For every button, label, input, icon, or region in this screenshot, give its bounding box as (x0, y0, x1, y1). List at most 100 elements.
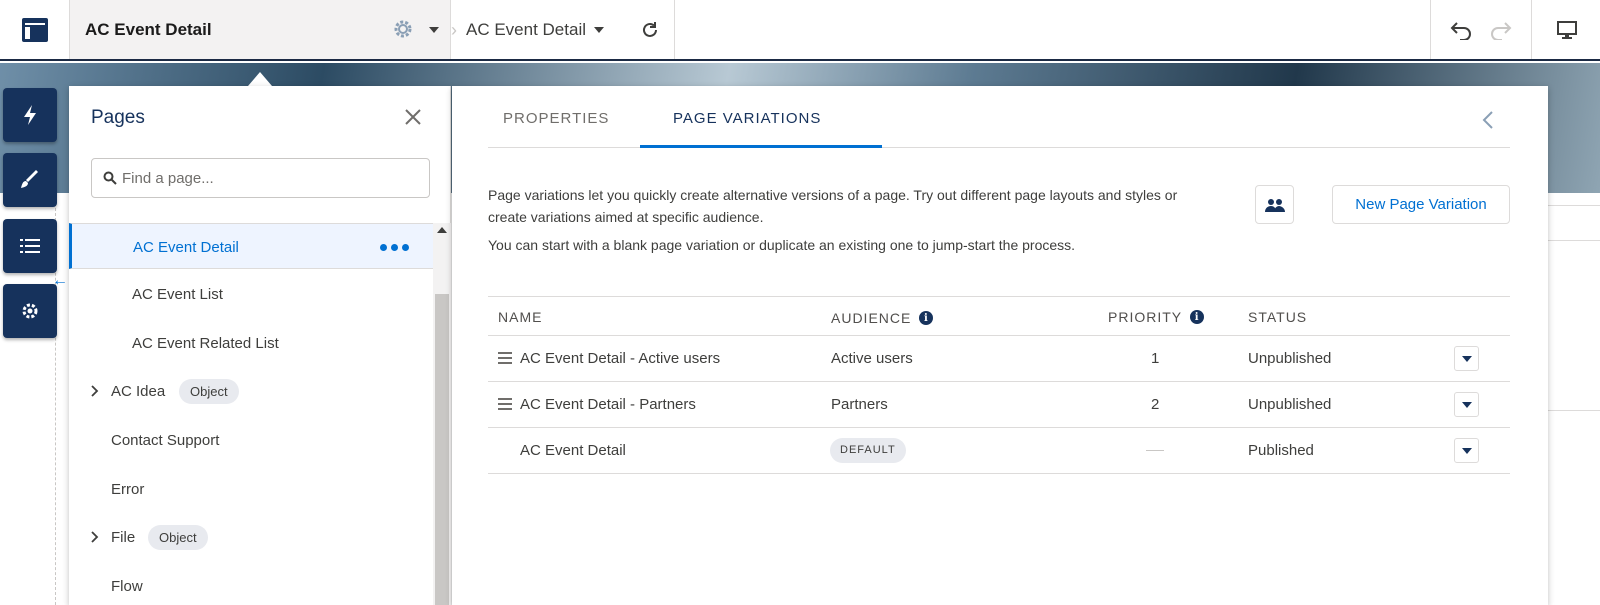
close-icon[interactable] (404, 108, 422, 126)
variation-status: Unpublished (1248, 350, 1332, 367)
variations-hint: You can start with a blank page variatio… (488, 237, 1076, 253)
breadcrumb-separator: › (451, 20, 457, 40)
row-actions-dropdown[interactable] (1454, 346, 1479, 371)
row-actions-dropdown[interactable] (1454, 438, 1479, 463)
audience-button[interactable] (1255, 185, 1294, 224)
settings-button[interactable] (3, 284, 57, 338)
page-item-label: AC Event Related List (132, 335, 279, 352)
panel-pointer (248, 72, 272, 86)
chevron-left-icon[interactable] (1482, 110, 1494, 130)
canvas-divider (1540, 240, 1600, 241)
redo-icon[interactable] (1488, 20, 1512, 40)
page-title: AC Event Detail (85, 20, 212, 39)
page-list-item[interactable]: Flow (69, 563, 433, 605)
pages-panel-title: Pages (91, 107, 145, 128)
column-header-status: STATUS (1248, 309, 1308, 325)
table-header: NAME AUDIENCE i PRIORITY i STATUS (488, 296, 1510, 336)
table-row[interactable]: AC Event Detail - Partners Partners 2 Un… (488, 382, 1510, 428)
scrollbar-thumb[interactable] (435, 294, 449, 605)
page-list-item[interactable]: File Object (69, 514, 433, 560)
chevron-down-icon (1461, 447, 1472, 454)
people-icon (1264, 198, 1285, 212)
page-list-scrollbar[interactable] (433, 223, 451, 605)
page-selector[interactable]: AC Event Detail (466, 20, 586, 40)
chevron-down-icon (1461, 401, 1472, 408)
page-list-item[interactable]: AC Idea Object (69, 368, 433, 414)
gear-icon (22, 303, 38, 319)
pages-panel: Pages AC Event Detail AC Event List AC E… (69, 86, 451, 605)
active-tab-indicator (640, 145, 882, 148)
page-item-label: Contact Support (111, 432, 220, 449)
device-preview-button[interactable] (1533, 0, 1600, 59)
chevron-right-icon[interactable] (91, 531, 99, 543)
chevron-right-icon[interactable] (91, 385, 99, 397)
desktop-icon (1556, 20, 1577, 39)
object-badge: Object (148, 525, 208, 550)
default-badge: DEFAULT (830, 438, 906, 463)
components-button[interactable] (3, 88, 57, 142)
page-list: AC Event Detail AC Event List AC Event R… (69, 223, 433, 605)
drag-handle-icon[interactable] (498, 398, 512, 413)
undo-redo-group (1430, 0, 1532, 59)
variation-name: AC Event Detail - Active users (520, 350, 721, 367)
page-item-label: Flow (111, 578, 143, 595)
page-list-item[interactable]: Error (69, 466, 433, 512)
settings-dropdown-caret[interactable] (429, 27, 439, 33)
variation-name: AC Event Detail - Partners (520, 396, 696, 413)
search-icon (103, 171, 117, 185)
properties-panel: PROPERTIES PAGE VARIATIONS Page variatio… (452, 86, 1548, 605)
lightning-icon (24, 105, 36, 125)
page-list-item[interactable]: AC Event Detail (69, 223, 433, 269)
tab-properties[interactable]: PROPERTIES (503, 110, 609, 127)
column-header-priority: PRIORITY i (1108, 309, 1205, 325)
column-header-audience: AUDIENCE i (831, 310, 934, 326)
page-item-label: File (111, 529, 136, 546)
layout-icon (21, 17, 48, 42)
page-item-label: AC Event List (132, 286, 223, 303)
undo-icon[interactable] (1450, 20, 1474, 40)
page-list-item[interactable]: Contact Support (69, 417, 433, 463)
priority-empty-dash (1146, 450, 1164, 451)
panel-tabs: PROPERTIES PAGE VARIATIONS (488, 86, 1510, 148)
variation-audience: Partners (831, 396, 888, 413)
object-badge: Object (179, 379, 239, 404)
settings-gear-icon[interactable] (392, 18, 414, 40)
new-page-variation-button[interactable]: New Page Variation (1332, 185, 1510, 224)
brush-icon (21, 170, 38, 188)
builder-toolbar: AC Event Detail › AC Event Detail (0, 0, 1600, 61)
tab-page-variations[interactable]: PAGE VARIATIONS (673, 110, 821, 127)
drag-handle-icon[interactable] (498, 352, 512, 367)
variation-name: AC Event Detail (520, 442, 626, 459)
page-search-box (91, 158, 430, 198)
pages-button[interactable] (3, 219, 57, 273)
table-row[interactable]: AC Event Detail DEFAULT Published (488, 428, 1510, 474)
page-search-input[interactable] (122, 159, 422, 197)
variations-table: NAME AUDIENCE i PRIORITY i STATUS AC Event… (488, 296, 1510, 474)
table-row[interactable]: AC Event Detail - Active users Active us… (488, 336, 1510, 382)
info-icon[interactable]: i (1190, 310, 1205, 324)
variation-status: Published (1248, 442, 1314, 459)
info-icon[interactable]: i (919, 311, 934, 325)
canvas-divider (1540, 205, 1600, 206)
page-item-label: AC Event Detail (133, 239, 239, 256)
more-actions-icon[interactable] (380, 244, 409, 251)
variations-description: Page variations let you quickly create a… (488, 187, 1178, 225)
chevron-down-icon (1461, 355, 1472, 362)
scroll-up-icon[interactable] (437, 227, 447, 233)
page-list-item[interactable]: AC Event List (69, 271, 433, 317)
page-item-label: AC Idea (111, 383, 166, 400)
site-title-area: AC Event Detail (70, 0, 451, 59)
app-switcher-button[interactable] (0, 0, 70, 59)
theme-button[interactable] (3, 153, 57, 207)
page-selector-caret[interactable] (594, 27, 604, 33)
variation-audience: Active users (831, 350, 913, 367)
page-list-item[interactable]: AC Event Related List (69, 320, 433, 366)
column-header-name: NAME (498, 309, 543, 325)
row-actions-dropdown[interactable] (1454, 392, 1479, 417)
refresh-icon (642, 21, 657, 37)
canvas-divider (1540, 410, 1600, 411)
page-item-label: Error (111, 481, 145, 498)
variation-status: Unpublished (1248, 396, 1332, 413)
list-icon (20, 239, 40, 253)
refresh-button[interactable] (625, 0, 675, 59)
